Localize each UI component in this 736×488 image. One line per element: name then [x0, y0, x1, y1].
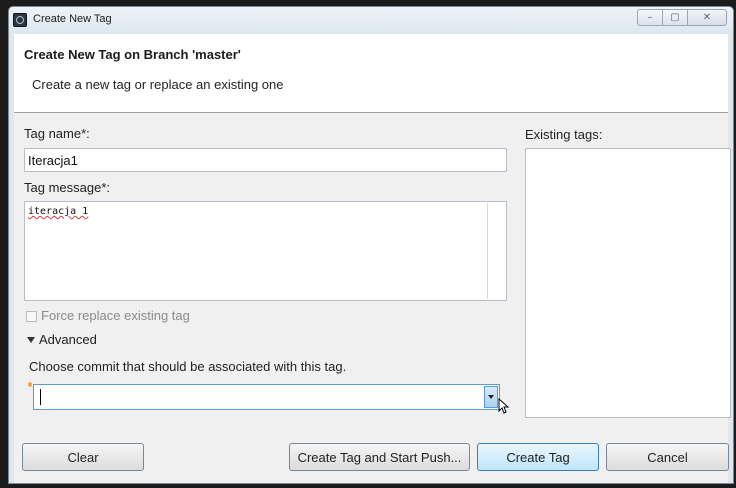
create-tag-label: Create Tag [506, 449, 570, 465]
tag-name-input[interactable]: Iteracja1 [24, 148, 507, 172]
create-tag-button[interactable]: Create Tag [477, 443, 599, 471]
tag-message-label: Tag message*: [24, 180, 110, 195]
create-tag-and-push-label: Create Tag and Start Push... [297, 449, 462, 465]
dialog-header: Create New Tag on Branch 'master' Create… [14, 34, 728, 113]
mouse-pointer-icon [498, 398, 510, 414]
clear-button-label: Clear [67, 449, 99, 465]
tag-message-textarea[interactable]: iteracja 1 [24, 201, 507, 301]
close-icon[interactable]: ✕ [687, 9, 727, 26]
window-controls: – ▢ ✕ [637, 9, 727, 27]
cancel-button-label: Cancel [647, 449, 688, 465]
minimize-icon[interactable]: – [637, 9, 663, 26]
commit-combo[interactable] [33, 384, 500, 410]
textarea-scrollbar[interactable] [487, 203, 488, 299]
force-replace-checkbox[interactable] [26, 311, 37, 322]
dialog-body: Tag name*: Iteracja1 Tag message*: itera… [14, 113, 731, 483]
tag-message-text: iteracja 1 [28, 206, 89, 217]
page-description: Create a new tag or replace an existing … [32, 77, 284, 92]
existing-tags-list[interactable] [525, 148, 731, 418]
clear-button[interactable]: Clear [22, 443, 144, 471]
text-caret [40, 389, 41, 405]
maximize-icon[interactable]: ▢ [662, 9, 688, 26]
advanced-toggle[interactable]: Advanced [39, 332, 97, 347]
tag-name-label: Tag name*: [24, 126, 90, 141]
create-new-tag-dialog: Create New Tag – ▢ ✕ Create New Tag on B… [8, 6, 734, 484]
create-tag-and-push-button[interactable]: Create Tag and Start Push... [289, 443, 470, 471]
page-title: Create New Tag on Branch 'master' [24, 47, 241, 62]
expand-triangle-icon[interactable] [27, 337, 35, 343]
content-assist-icon [28, 382, 32, 387]
titlebar[interactable]: Create New Tag – ▢ ✕ [9, 7, 733, 34]
window-title: Create New Tag [33, 13, 112, 25]
force-replace-label: Force replace existing tag [41, 308, 190, 323]
existing-tags-label: Existing tags: [525, 127, 603, 142]
chevron-down-icon [488, 395, 494, 399]
app-icon [13, 13, 27, 27]
dropdown-button[interactable] [484, 386, 498, 408]
commit-hint-text: Choose commit that should be associated … [29, 359, 347, 374]
cancel-button[interactable]: Cancel [606, 443, 729, 471]
